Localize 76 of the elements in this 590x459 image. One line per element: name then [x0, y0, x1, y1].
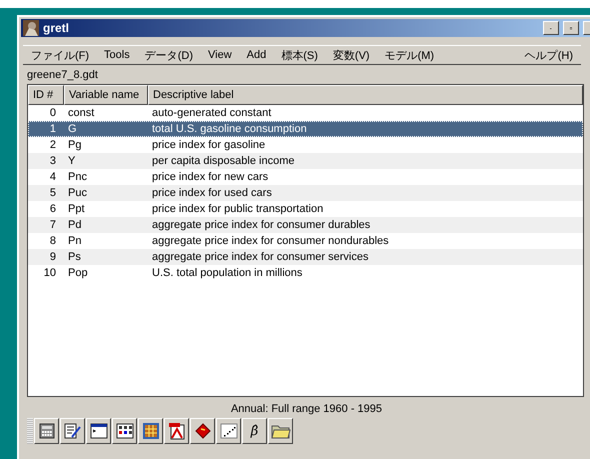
toolbar-button[interactable] [268, 418, 293, 444]
folder-icon [270, 423, 290, 439]
name-cell-text: Ps [67, 251, 82, 263]
id-cell-text: 1 [48, 123, 57, 135]
help-menu[interactable]: ヘルプ(H) [524, 48, 573, 62]
window-title: gretl [43, 21, 70, 35]
variable-row[interactable]: 5 Puc price index for used cars [28, 185, 583, 201]
variable-row[interactable]: 7 Pd aggregate price index for consumer durables [28, 217, 583, 233]
id-cell-text: 5 [48, 187, 57, 199]
terminal-window-icon [90, 423, 108, 439]
name-cell-text: G [67, 123, 78, 135]
name-cell-text: Ppt [67, 203, 86, 215]
label-cell-text: price index for used cars [151, 187, 273, 199]
toolbar-button[interactable] [34, 418, 59, 444]
name-cell-text: Y [67, 155, 76, 167]
menu-item[interactable]: View [208, 49, 232, 61]
label-cell-text: price index for public transportation [151, 203, 324, 215]
toolbar-button[interactable] [60, 418, 85, 444]
document-icon [168, 422, 186, 440]
menu-item[interactable]: Add [246, 49, 266, 61]
id-cell-text: 8 [48, 235, 57, 247]
label-cell-text: aggregate price index for consumer nondurables [151, 235, 390, 247]
name-cell-text: Pd [67, 219, 82, 231]
id-cell-text: 9 [48, 251, 57, 263]
toolbar-button[interactable] [190, 418, 215, 444]
variable-row[interactable]: 1 G total U.S. gasoline consumption [28, 121, 583, 137]
name-cell-text: Pg [67, 139, 82, 151]
label-cell-text: price index for new cars [151, 171, 270, 183]
label-cell-text: price index for gasoline [151, 139, 266, 151]
toolbar-button[interactable] [216, 418, 241, 444]
grid-icon [116, 423, 134, 439]
menu-item[interactable]: データ(D) [144, 48, 194, 62]
name-cell-text: const [67, 107, 96, 119]
beta-hat-button[interactable]: β̂ [242, 418, 267, 444]
column-header[interactable]: Descriptive label [148, 85, 583, 105]
id-cell-text: 3 [48, 155, 57, 167]
minimize-button[interactable] [543, 21, 559, 35]
label-cell-text: auto-generated constant [151, 107, 272, 119]
label-cell-text: aggregate price index for consumer durables [151, 219, 372, 231]
variable-row[interactable]: 3 Y per capita disposable income [28, 153, 583, 169]
name-cell-text: Pop [67, 267, 89, 279]
variable-row[interactable]: 9 Ps aggregate price index for consumer services [28, 249, 583, 265]
toolbar-button[interactable] [86, 418, 111, 444]
menu-item[interactable]: ファイル(F) [31, 48, 90, 62]
menu-item[interactable]: モデル(M) [384, 48, 434, 62]
menu-item[interactable]: Tools [104, 49, 130, 61]
toolbar-button[interactable] [112, 418, 137, 444]
app-logo-icon [23, 20, 39, 36]
scatter-plot-icon [220, 423, 238, 439]
file-name: greene7_8.gdt [27, 69, 99, 81]
id-cell-text: 7 [48, 219, 57, 231]
column-header[interactable]: Variable name [64, 85, 148, 105]
label-cell-text: total U.S. gasoline consumption [151, 123, 308, 135]
book-icon [194, 423, 210, 439]
status-text: Annual: Full range 1960 - 1995 [230, 403, 384, 415]
calculator-icon [38, 423, 54, 439]
label-cell-text: U.S. total population in millions [151, 267, 304, 279]
id-cell-text: 4 [48, 171, 57, 183]
id-cell-text: 6 [48, 203, 57, 215]
label-cell-text: per capita disposable income [151, 155, 296, 167]
label-cell-text: aggregate price index for consumer services [151, 251, 370, 263]
column-header[interactable]: ID # [28, 85, 64, 105]
id-cell-text: 10 [42, 267, 57, 279]
menu-item[interactable]: 変数(V) [332, 48, 370, 62]
toolbar-grip[interactable] [27, 418, 33, 444]
maximize-button[interactable] [563, 21, 579, 35]
notepad-pencil-icon [64, 423, 82, 439]
toolbar-button[interactable] [138, 418, 163, 444]
mesh-icon [142, 422, 160, 440]
menu-item[interactable]: 標本(S) [281, 48, 318, 62]
name-cell-text: Puc [67, 187, 88, 199]
toolbar-button[interactable] [164, 418, 189, 444]
name-cell-text: Pnc [67, 171, 88, 183]
id-cell-text: 0 [48, 107, 57, 119]
id-cell-text: 2 [48, 139, 57, 151]
name-cell-text: Pn [67, 235, 82, 247]
